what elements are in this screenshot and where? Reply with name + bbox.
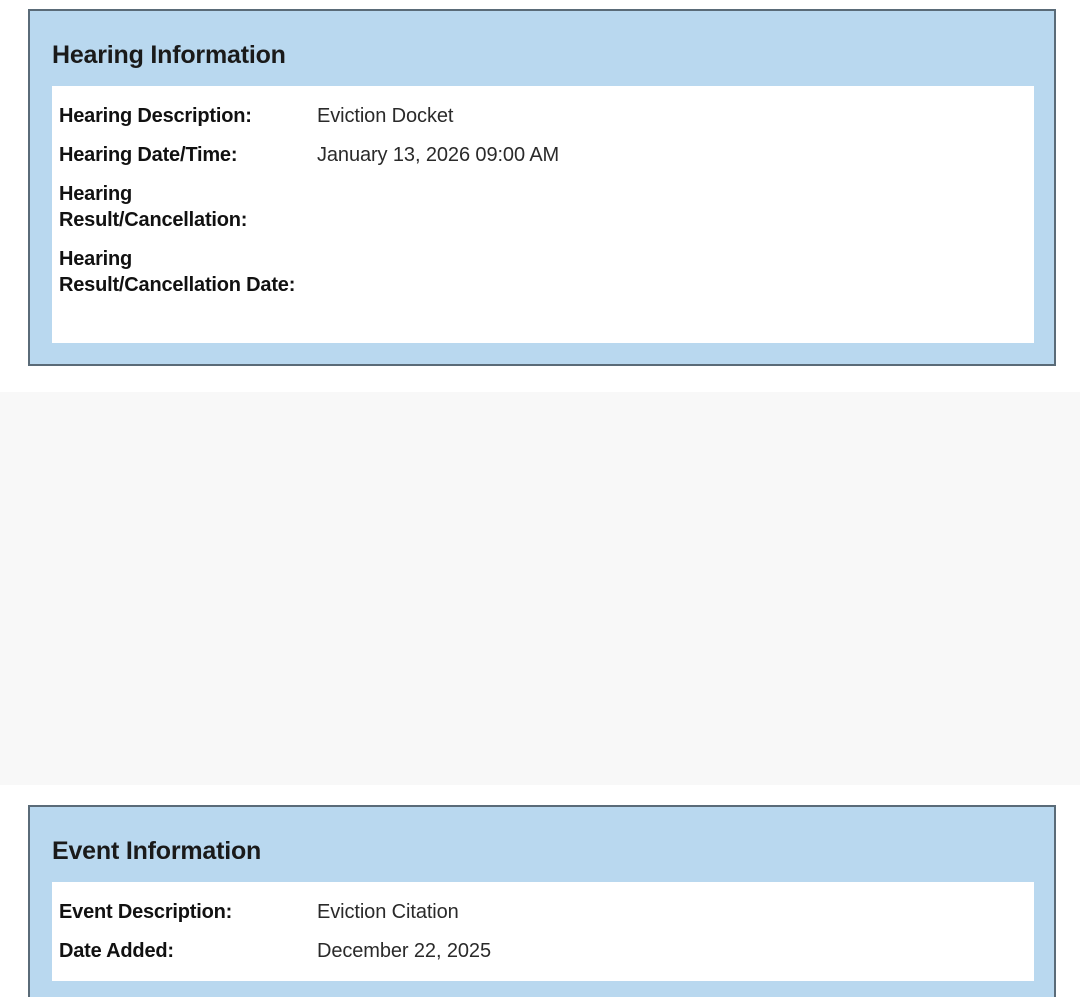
hearing-information-title: Hearing Information <box>52 41 286 69</box>
hearing-description-label: Hearing Description: <box>59 105 252 127</box>
hearing-date-time-value: January 13, 2026 09:00 AM <box>317 144 560 166</box>
hearing-result-date-label: Hearing Result/Cancellation Date: <box>59 248 296 296</box>
redacted-area <box>0 392 1080 785</box>
page: Hearing Information Hearing Description:… <box>0 0 1080 997</box>
hearing-date-time-label: Hearing Date/Time: <box>59 144 238 166</box>
event-information-title: Event Information <box>52 837 262 865</box>
hearing-information-body: Hearing Description: Eviction Docket Hea… <box>52 86 1034 343</box>
hearing-information-panel: Hearing Information Hearing Description:… <box>28 9 1056 366</box>
event-description-label: Event Description: <box>59 901 233 923</box>
date-added-label: Date Added: <box>59 940 174 962</box>
hearing-result-label: Hearing Result/Cancellation: <box>59 183 248 231</box>
hearing-description-value: Eviction Docket <box>317 105 454 127</box>
event-information-body: Event Description: Eviction Citation Dat… <box>52 882 1034 981</box>
event-description-value: Eviction Citation <box>317 901 459 923</box>
event-information-panel: Event Information Event Description: Evi… <box>28 805 1056 997</box>
date-added-value: December 22, 2025 <box>317 940 491 962</box>
